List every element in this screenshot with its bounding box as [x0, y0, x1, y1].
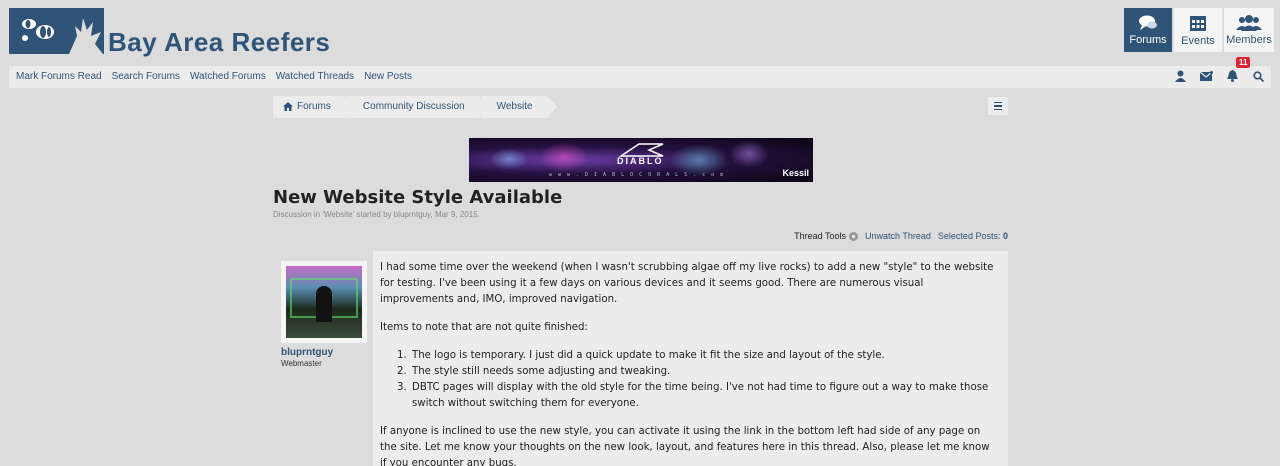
breadcrumb-forums-label: Forums: [297, 101, 331, 112]
nav-forums-label: Forums: [1129, 33, 1167, 46]
search-forums-link[interactable]: Search Forums: [112, 71, 180, 82]
unwatch-thread-link[interactable]: Unwatch Thread: [865, 231, 931, 241]
thread-tools-button[interactable]: Thread Tools: [794, 231, 859, 241]
selected-posts-label: Selected Posts:: [937, 231, 1001, 241]
coral-icon: [69, 18, 103, 54]
post-user-info: bluprntguy Webmaster: [273, 251, 373, 466]
breadcrumb-website-label: Website: [496, 101, 533, 112]
breadcrumb-community-discussion-label: Community Discussion: [362, 101, 465, 112]
site-header: Bay Area Reefers Forums Events Members: [0, 0, 1280, 62]
breadcrumb: Forums Community Discussion Website: [273, 96, 557, 118]
banner-brand-text: DIABLO: [617, 156, 664, 166]
breadcrumb-website[interactable]: Website: [480, 96, 557, 118]
thread-title: New Website Style Available: [273, 187, 563, 208]
nav-members-button[interactable]: Members: [1224, 8, 1274, 52]
mark-forums-read-link[interactable]: Mark Forums Read: [16, 71, 102, 82]
clownfish-logo-icon: [22, 19, 54, 41]
post-paragraph-3: If anyone is inclined to use the new sty…: [380, 426, 990, 466]
chat-bubbles-icon: [1139, 15, 1157, 30]
ad-banner[interactable]: DIABLO www.DIABLOCORALS.com Kessil: [469, 138, 813, 182]
site-title[interactable]: Bay Area Reefers: [108, 27, 330, 58]
post-user-title: Webmaster: [281, 359, 322, 368]
envelope-icon[interactable]: [1199, 69, 1213, 83]
alert-count-badge: 11: [1236, 57, 1251, 68]
nav-members-label: Members: [1226, 33, 1272, 46]
thread-tools-label: Thread Tools: [794, 231, 847, 241]
thread-tools-bar: Thread Tools Unwatch Thread Selected Pos…: [794, 231, 1008, 241]
avatar[interactable]: [281, 261, 367, 343]
nav-events-label: Events: [1181, 34, 1215, 47]
post-body: I had some time over the weekend (when I…: [380, 260, 995, 466]
post-list: The logo is temporary. I just did a quic…: [410, 348, 995, 412]
user-icon[interactable]: [1173, 69, 1187, 83]
post-username[interactable]: bluprntguy: [281, 347, 333, 358]
sub-navigation-bar: Mark Forums Read Search Forums Watched F…: [9, 66, 1271, 88]
avatar-image: [286, 266, 362, 338]
post: bluprntguy Webmaster I had some time ove…: [273, 251, 1008, 466]
new-posts-link[interactable]: New Posts: [364, 71, 412, 82]
thread-meta: Discussion in 'Website' started by blupr…: [273, 210, 480, 219]
list-item: DBTC pages will display with the old sty…: [410, 380, 995, 412]
nav-events-button[interactable]: Events: [1174, 8, 1222, 52]
nav-forums-button[interactable]: Forums: [1124, 8, 1172, 52]
banner-sponsor-text: Kessil: [782, 168, 809, 178]
post-paragraph-1: I had some time over the weekend (when I…: [380, 262, 994, 305]
home-icon: [283, 102, 293, 111]
post-paragraph-2: Items to note that are not quite finishe…: [380, 322, 588, 333]
users-icon: [1236, 14, 1262, 31]
calendar-icon: [1190, 15, 1206, 31]
bell-icon[interactable]: [1225, 69, 1239, 83]
selected-posts-link[interactable]: Selected Posts: 0: [938, 231, 1008, 241]
watched-forums-link[interactable]: Watched Forums: [190, 71, 266, 82]
selected-posts-count: 0: [1002, 231, 1008, 241]
banner-url-text: www.DIABLOCORALS.com: [549, 172, 730, 178]
search-icon[interactable]: [1251, 69, 1265, 83]
site-logo[interactable]: [9, 8, 104, 54]
breadcrumb-community-discussion[interactable]: Community Discussion: [346, 96, 489, 118]
list-item: The logo is temporary. I just did a quic…: [410, 348, 995, 364]
hamburger-menu-icon[interactable]: [988, 97, 1008, 115]
breadcrumb-forums[interactable]: Forums: [273, 96, 355, 118]
list-item: The style still needs some adjusting and…: [410, 364, 995, 380]
watched-threads-link[interactable]: Watched Threads: [276, 71, 354, 82]
gear-icon: [849, 231, 859, 241]
